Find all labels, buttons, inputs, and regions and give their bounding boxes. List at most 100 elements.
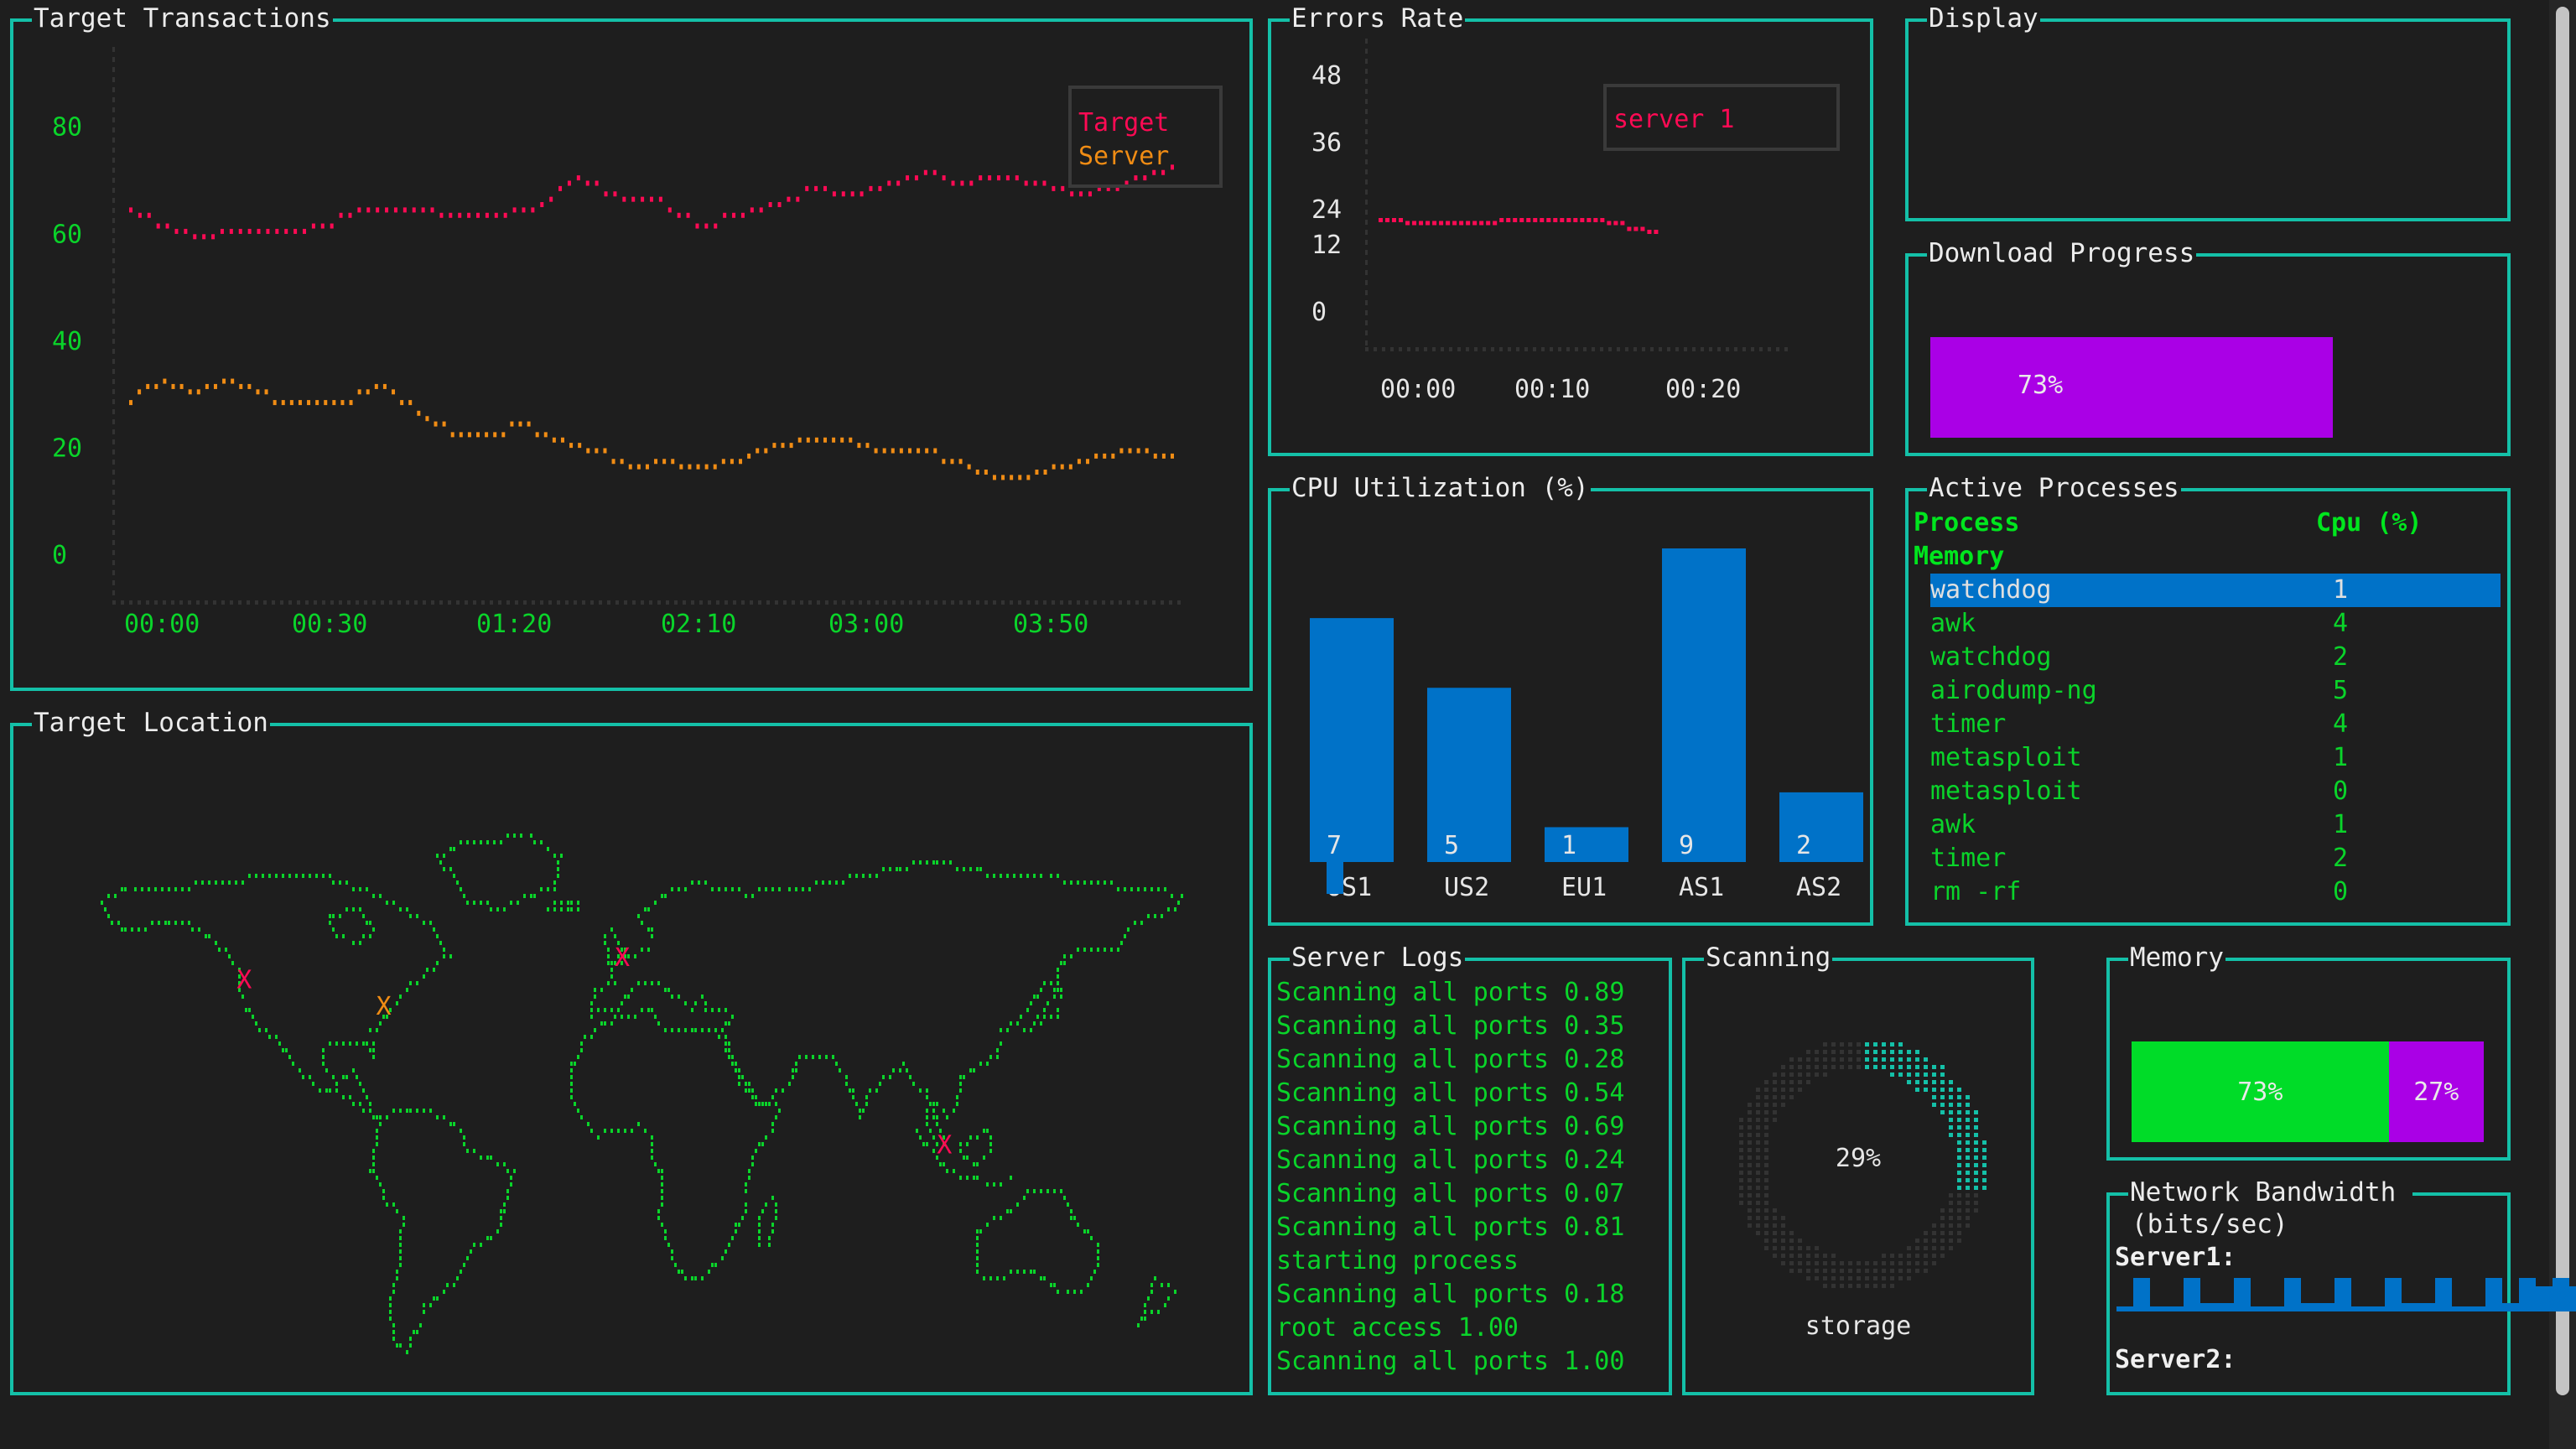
line-point-target bbox=[412, 207, 416, 213]
map-dot bbox=[399, 1236, 402, 1240]
bar-value-label: 1 bbox=[1561, 831, 1576, 860]
process-row[interactable]: awk 4 bbox=[1930, 607, 2501, 641]
line-point-server bbox=[992, 475, 996, 480]
x-axis-dot bbox=[909, 600, 912, 605]
donut-filled-dot bbox=[1924, 1088, 1928, 1092]
process-row[interactable]: awk 1 bbox=[1930, 808, 2501, 842]
map-marker[interactable]: X bbox=[615, 943, 630, 973]
line-point-target bbox=[522, 207, 526, 213]
map-dot bbox=[553, 880, 556, 885]
donut-filled-dot bbox=[1907, 1065, 1911, 1069]
process-row[interactable]: metasploit 0 bbox=[1930, 775, 2501, 808]
map-dot bbox=[315, 874, 318, 878]
map-dot bbox=[711, 887, 714, 891]
map-dot bbox=[1026, 1189, 1029, 1193]
line-point-server bbox=[1010, 475, 1014, 480]
donut-empty-dot bbox=[1857, 1050, 1861, 1054]
donut-empty-dot bbox=[1974, 1201, 1978, 1205]
map-marker[interactable]: X bbox=[236, 966, 252, 995]
bar-value-label: 2 bbox=[1796, 831, 1811, 860]
process-row[interactable]: timer 4 bbox=[1930, 708, 2501, 741]
map-dot bbox=[802, 887, 804, 891]
x-axis-dot bbox=[146, 600, 149, 605]
map-dot bbox=[342, 1075, 345, 1079]
map-dot bbox=[738, 1223, 740, 1227]
y-axis-dot bbox=[112, 299, 115, 304]
donut-empty-dot bbox=[1748, 1208, 1752, 1213]
y-axis-dot bbox=[112, 148, 115, 153]
map-dot bbox=[416, 981, 418, 985]
process-row[interactable]: timer 2 bbox=[1930, 842, 2501, 875]
map-dot bbox=[751, 1095, 754, 1099]
memory-header[interactable]: Memory bbox=[1914, 540, 2004, 574]
donut-empty-dot bbox=[1806, 1050, 1810, 1054]
y-axis-dot bbox=[112, 530, 115, 535]
line-point-server bbox=[586, 448, 590, 454]
map-dot bbox=[1073, 1290, 1076, 1294]
map-dot bbox=[600, 1021, 603, 1026]
map-dot bbox=[124, 927, 127, 932]
donut-filled-dot bbox=[1915, 1050, 1919, 1054]
cpu-header[interactable]: Cpu (%) bbox=[2316, 506, 2422, 540]
line-point bbox=[1493, 221, 1498, 226]
map-dot bbox=[724, 1249, 727, 1254]
map-dot bbox=[392, 1290, 395, 1294]
donut-empty-dot bbox=[1882, 1254, 1886, 1258]
map-dot bbox=[610, 961, 613, 965]
map-marker[interactable]: X bbox=[377, 992, 392, 1021]
map-dot bbox=[983, 1156, 985, 1160]
map-dot bbox=[1030, 1001, 1032, 1005]
donut-filled-dot bbox=[1966, 1095, 1970, 1099]
process-row[interactable]: metasploit 1 bbox=[1930, 741, 2501, 775]
map-dot bbox=[661, 1196, 663, 1200]
donut-empty-dot bbox=[1949, 1193, 1953, 1197]
process-row[interactable]: airodump-ng 5 bbox=[1930, 674, 2501, 708]
map-dot bbox=[1104, 880, 1106, 885]
map-dot bbox=[795, 887, 797, 891]
process-row[interactable]: rm -rf 0 bbox=[1930, 875, 2501, 909]
line-point-target bbox=[1070, 191, 1074, 197]
line-point-server bbox=[1136, 448, 1140, 454]
map-dot bbox=[329, 921, 331, 925]
line-point-target bbox=[229, 228, 233, 234]
donut-filled-dot bbox=[1932, 1103, 1936, 1107]
map-dot bbox=[1033, 874, 1036, 878]
process-header[interactable]: Process bbox=[1914, 506, 2019, 540]
x-axis-dot bbox=[1135, 600, 1139, 605]
map-dot bbox=[423, 974, 425, 979]
line-point-server bbox=[1153, 453, 1157, 459]
x-axis-dot bbox=[431, 600, 434, 605]
line-point-target bbox=[914, 175, 918, 181]
map-dot bbox=[983, 1129, 985, 1133]
line-point bbox=[1654, 230, 1659, 234]
y-axis-dot bbox=[1365, 300, 1368, 305]
scrollbar-thumb[interactable] bbox=[2556, 7, 2569, 1395]
process-row[interactable]: watchdog 2 bbox=[1930, 641, 2501, 674]
map-dot bbox=[496, 1162, 499, 1166]
line-point-target bbox=[1171, 164, 1174, 170]
donut-empty-dot bbox=[1748, 1216, 1752, 1220]
map-dot bbox=[671, 1256, 673, 1260]
donut-empty-dot bbox=[1748, 1178, 1752, 1182]
map-dot bbox=[735, 1223, 737, 1227]
donut-filled-dot bbox=[1932, 1095, 1936, 1099]
donut-empty-dot bbox=[1815, 1246, 1819, 1250]
map-dot bbox=[312, 1082, 314, 1086]
line-point-server bbox=[1094, 453, 1098, 459]
map-marker[interactable]: X bbox=[937, 1131, 952, 1161]
x-tick-label: 00:10 bbox=[1514, 375, 1590, 404]
map-dot bbox=[1117, 948, 1119, 952]
donut-empty-dot bbox=[1756, 1118, 1760, 1122]
map-dot bbox=[372, 1156, 375, 1160]
line-point bbox=[1432, 221, 1437, 226]
map-dot bbox=[976, 1263, 979, 1267]
map-dot bbox=[912, 860, 915, 865]
donut-empty-dot bbox=[1940, 1231, 1945, 1235]
y-axis-dot bbox=[1365, 109, 1368, 114]
map-dot bbox=[1144, 887, 1146, 891]
map-dot bbox=[1077, 1223, 1079, 1227]
transactions-chart: 02040608000:00 00:30 01:20 02:10 03:00 03:50T… bbox=[52, 47, 1223, 639]
process-row[interactable]: watchdog 1 bbox=[1930, 574, 2501, 607]
x-axis-dot bbox=[917, 600, 921, 605]
donut-empty-dot bbox=[1924, 1269, 1928, 1273]
